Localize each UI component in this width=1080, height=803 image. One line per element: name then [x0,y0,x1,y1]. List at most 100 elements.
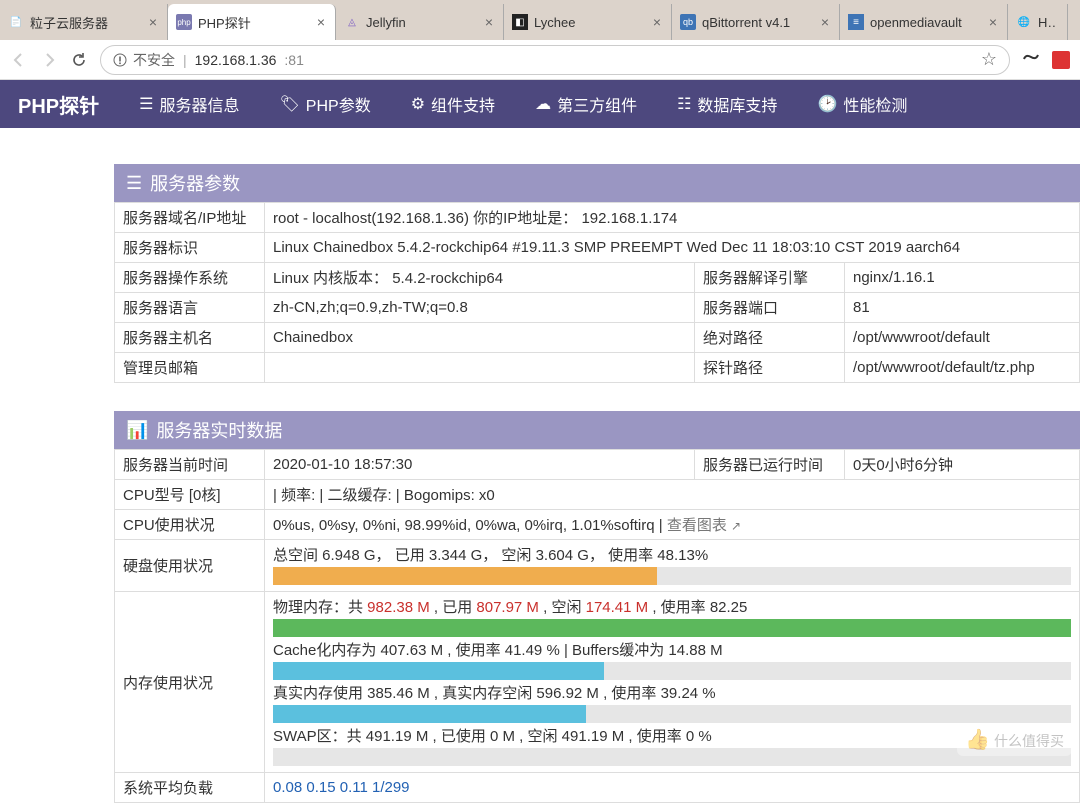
insecure-label: 不安全 [133,50,175,70]
cell-label: 服务器当前时间 [115,450,265,480]
extension-icon[interactable] [1022,51,1040,69]
favicon-icon: ≡ [848,14,864,30]
disk-cell: 总空间 6.948 G， 已用 3.344 G， 空闲 3.604 G， 使用率… [265,540,1080,592]
url-bar: 不安全 | 192.168.1.36:81 ☆ [0,40,1080,80]
server-icon: ☰ [126,173,142,194]
tab-4[interactable]: qb qBittorrent v4.1 × [672,4,840,40]
insecure-indicator: 不安全 [113,50,175,70]
menu-server-info[interactable]: ☰服务器信息 [139,92,239,116]
tab-2[interactable]: ◬ Jellyfin × [336,4,504,40]
disk-bar [273,567,1071,585]
cell-value: /opt/wwwroot/default/tz.php [845,353,1080,383]
tab-1[interactable]: phpPHP探针× [168,4,336,40]
cell-label: 服务器端口 [695,293,845,323]
menu-components[interactable]: ⚙ 组件支持 [411,92,495,116]
tab-label: qBittorrent v4.1 [702,15,815,30]
gear-icon: ⚙ [411,94,425,114]
cell-value: root - localhost(192.168.1.36) 你的IP地址是： … [265,203,1080,233]
tab-label: Hell [1038,15,1057,30]
mem-bar-4 [273,748,1071,766]
tab-6[interactable]: 🌐Hell [1008,4,1068,40]
cell-label: 服务器标识 [115,233,265,263]
tab-label: 粒子云服务器 [30,13,143,32]
cell-value: Chainedbox [265,323,695,353]
panel-header: 📊 服务器实时数据 [114,411,1080,449]
cell-label: 绝对路径 [695,323,845,353]
favicon-icon: php [176,14,192,30]
cell-label: 服务器已运行时间 [695,450,845,480]
tag-icon: 🏷 [279,94,299,114]
back-button[interactable] [10,51,28,69]
extension-icon-2[interactable] [1052,51,1070,69]
mem-bar-1 [273,619,1071,637]
menu-php-param[interactable]: 🏷 PHP参数 [279,92,370,116]
cell-label: 探针路径 [695,353,845,383]
tab-0[interactable]: 📄 粒子云服务器 × [0,4,168,40]
server-params-table: 服务器域名/IP地址root - localhost(192.168.1.36)… [114,202,1080,383]
star-icon[interactable]: ☆ [981,49,997,70]
cell-label: CPU型号 [0核] [115,480,265,510]
cell-label: 服务器解译引擎 [695,263,845,293]
close-icon[interactable]: × [149,14,157,30]
favicon-icon: ◬ [344,14,360,30]
cpu-use-text: 0%us, 0%sy, 0%ni, 98.99%id, 0%wa, 0%irq,… [273,517,667,534]
close-icon[interactable]: × [989,14,997,30]
cell-value: 2020-01-10 18:57:30 [265,450,695,480]
panel-title: 服务器实时数据 [156,417,282,443]
tab-strip: 📄 粒子云服务器 × phpPHP探针× ◬ Jellyfin × ◧ Lychee × q… [0,0,1080,40]
favicon-icon: ◧ [512,14,528,30]
tab-5[interactable]: ≡ openmediavault × [840,4,1008,40]
menu-label: PHP参数 [306,92,371,116]
address-bar[interactable]: 不安全 | 192.168.1.36:81 ☆ [100,45,1010,75]
brand[interactable]: PHP探针 [18,90,99,119]
cell-label: 服务器操作系统 [115,263,265,293]
favicon-icon: 📄 [8,14,24,30]
mem-line-3: 真实内存使用 385.46 M , 真实内存空闲 596.92 M , 使用率 … [273,682,1071,703]
panel-header: ☰ 服务器参数 [114,164,1080,202]
cell-label: 服务器主机名 [115,323,265,353]
menu-label: 组件支持 [431,92,495,116]
menu-label: 第三方组件 [557,92,637,116]
panel-server-params: ☰ 服务器参数 服务器域名/IP地址root - localhost(192.16… [114,164,1080,383]
dashboard-icon: 🕑 [817,94,837,114]
disk-line: 总空间 6.948 G， 已用 3.344 G， 空闲 3.604 G， 使用率… [273,544,1071,565]
mem-bar-2 [273,662,1071,680]
mem-line-1: 物理内存：共 982.38 M , 已用 807.97 M , 空闲 174.4… [273,596,1071,617]
tab-label: openmediavault [870,15,983,30]
menu-db[interactable]: ☷数据库支持 [677,92,777,116]
menu-perf[interactable]: 🕑性能检测 [817,92,907,116]
chart-icon: 📊 [126,420,148,441]
reload-button[interactable] [70,51,88,69]
tab-3[interactable]: ◧ Lychee × [504,4,672,40]
menu-3rd[interactable]: ☁ 第三方组件 [535,92,637,116]
close-icon[interactable]: × [653,14,661,30]
cell-value: 0%us, 0%sy, 0%ni, 98.99%id, 0%wa, 0%irq,… [265,510,1080,540]
cell-label: 服务器语言 [115,293,265,323]
mem-bar-3 [273,705,1071,723]
cell-label: 系统平均负载 [115,773,265,803]
realtime-table: 服务器当前时间2020-01-10 18:57:30服务器已运行时间0天0小时6… [114,449,1080,803]
list-icon: ☰ [139,94,153,114]
mem-line-2: Cache化内存为 407.63 M , 使用率 41.49 % | Buffe… [273,639,1071,660]
favicon-icon: qb [680,14,696,30]
cloud-icon: ☁ [535,94,551,114]
cell-value: zh-CN,zh;q=0.9,zh-TW;q=0.8 [265,293,695,323]
close-icon[interactable]: × [821,14,829,30]
panel-realtime: 📊 服务器实时数据 服务器当前时间2020-01-10 18:57:30服务器已运… [114,411,1080,803]
tab-label: Jellyfin [366,15,479,30]
cell-value: nginx/1.16.1 [845,263,1080,293]
panel-title: 服务器参数 [150,170,240,196]
load-value: 0.08 0.15 0.11 1/299 [273,779,410,796]
cell-label: 内存使用状况 [115,592,265,773]
menu-label: 数据库支持 [697,92,777,116]
mem-bar-2-fill [273,662,604,680]
tab-label: Lychee [534,15,647,30]
close-icon[interactable]: × [317,14,325,30]
view-chart-link[interactable]: 查看图表 [667,517,741,534]
navbar: PHP探针 ☰服务器信息 🏷PHP参数 ⚙组件支持 ☁第三方组件 ☷数据库支持 … [0,80,1080,128]
divider: | [183,52,187,68]
mem-bar-3-fill [273,705,586,723]
cell-label: 硬盘使用状况 [115,540,265,592]
forward-button[interactable] [40,51,58,69]
close-icon[interactable]: × [485,14,493,30]
